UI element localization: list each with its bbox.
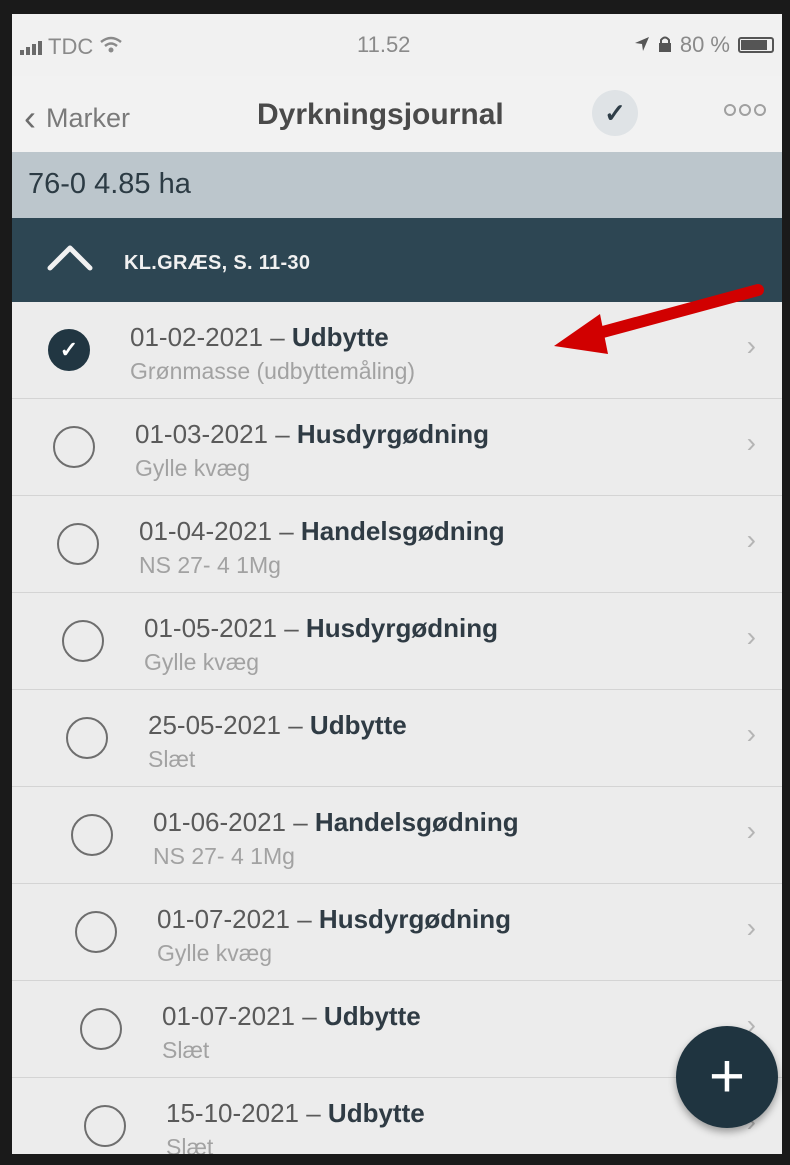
- section-label: KL.GRÆS, S. 11-30: [124, 252, 311, 274]
- wifi-icon: [99, 36, 123, 59]
- entry-title: 15-10-2021 – Udbytte: [166, 1098, 425, 1128]
- check-icon: ✓: [604, 97, 626, 128]
- journal-list: ✓ 01-02-2021 – Udbytte Grønmasse (udbytt…: [12, 302, 782, 1154]
- entry-detail: Gylle kvæg: [157, 940, 273, 966]
- field-header: 76-0 4.85 ha: [12, 152, 782, 218]
- row-checkbox[interactable]: [53, 426, 95, 468]
- entry-title: 01-07-2021 – Udbytte: [162, 1001, 421, 1031]
- phone-screen: TDC 11.52 80 % ‹ Marker Dyrkningsjournal…: [12, 14, 782, 1154]
- chevron-right-icon: ›: [746, 330, 756, 361]
- list-item[interactable]: 01-07-2021 – Husdyrgødning Gylle kvæg ›: [12, 884, 782, 981]
- back-label: Marker: [46, 102, 131, 133]
- entry-title: 01-02-2021 – Udbytte: [130, 322, 389, 352]
- clock: 11.52: [357, 32, 411, 57]
- section-header[interactable]: KL.GRÆS, S. 11-30: [12, 218, 782, 302]
- chevron-right-icon: ›: [746, 718, 756, 749]
- status-left: TDC: [20, 34, 123, 60]
- row-checkbox[interactable]: [62, 620, 104, 662]
- carrier-label: TDC: [48, 34, 94, 59]
- entry-detail: NS 27- 4 1Mg: [139, 552, 281, 578]
- entry-detail: Slæt: [148, 746, 196, 772]
- list-item[interactable]: 01-06-2021 – Handelsgødning NS 27- 4 1Mg…: [12, 787, 782, 884]
- chevron-left-icon: ‹: [24, 97, 36, 138]
- entry-title: 01-06-2021 – Handelsgødning: [153, 807, 519, 837]
- chevron-right-icon: ›: [746, 815, 756, 846]
- chevron-right-icon: ›: [746, 912, 756, 943]
- row-checkbox[interactable]: [57, 523, 99, 565]
- add-entry-button[interactable]: +: [676, 1026, 778, 1128]
- battery-icon: [738, 37, 774, 53]
- entry-title: 01-03-2021 – Husdyrgødning: [135, 419, 490, 449]
- row-checkbox[interactable]: [80, 1008, 122, 1050]
- entry-title: 01-04-2021 – Handelsgødning: [139, 516, 505, 546]
- location-icon: [634, 32, 650, 58]
- entry-detail: Gylle kvæg: [135, 455, 251, 481]
- row-checkbox[interactable]: [71, 814, 113, 856]
- entry-title: 25-05-2021 – Udbytte: [148, 710, 407, 740]
- list-item[interactable]: 01-03-2021 – Husdyrgødning Gylle kvæg ›: [12, 399, 782, 496]
- row-checkbox[interactable]: ✓: [48, 329, 90, 371]
- chevron-right-icon: ›: [746, 524, 756, 555]
- row-checkbox[interactable]: [84, 1105, 126, 1147]
- navigation-bar: ‹ Marker Dyrkningsjournal ✓: [12, 76, 782, 152]
- entry-detail: Gylle kvæg: [144, 649, 260, 675]
- list-item[interactable]: 01-07-2021 – Udbytte Slæt ›: [12, 981, 782, 1078]
- chevron-right-icon: ›: [746, 621, 756, 652]
- select-toggle-button[interactable]: ✓: [592, 90, 638, 136]
- entry-title: 01-07-2021 – Husdyrgødning: [157, 904, 512, 934]
- signal-icon: [20, 39, 42, 55]
- list-item[interactable]: 25-05-2021 – Udbytte Slæt ›: [12, 690, 782, 787]
- list-item[interactable]: ✓ 01-02-2021 – Udbytte Grønmasse (udbytt…: [12, 302, 782, 399]
- back-button[interactable]: ‹ Marker: [24, 100, 130, 136]
- status-bar: TDC 11.52 80 %: [12, 14, 782, 76]
- list-item[interactable]: 01-05-2021 – Husdyrgødning Gylle kvæg ›: [12, 593, 782, 690]
- row-checkbox[interactable]: [66, 717, 108, 759]
- list-item[interactable]: 01-04-2021 – Handelsgødning NS 27- 4 1Mg…: [12, 496, 782, 593]
- chevron-right-icon: ›: [746, 427, 756, 458]
- entry-detail: Slæt: [166, 1134, 214, 1154]
- battery-percent: 80 %: [679, 32, 730, 57]
- status-right: 80 %: [634, 32, 774, 58]
- entry-detail: Slæt: [162, 1037, 210, 1063]
- list-item[interactable]: 15-10-2021 – Udbytte Slæt ›: [12, 1078, 782, 1154]
- check-icon: ✓: [59, 337, 79, 362]
- page-title: Dyrkningsjournal: [257, 98, 504, 131]
- more-icon[interactable]: [724, 104, 766, 116]
- chevron-up-icon: [47, 245, 93, 271]
- lock-icon: [658, 32, 672, 58]
- entry-title: 01-05-2021 – Husdyrgødning: [144, 613, 499, 643]
- plus-icon: +: [708, 1042, 746, 1111]
- entry-detail: Grønmasse (udbyttemåling): [130, 358, 416, 384]
- entry-detail: NS 27- 4 1Mg: [153, 843, 295, 869]
- row-checkbox[interactable]: [75, 911, 117, 953]
